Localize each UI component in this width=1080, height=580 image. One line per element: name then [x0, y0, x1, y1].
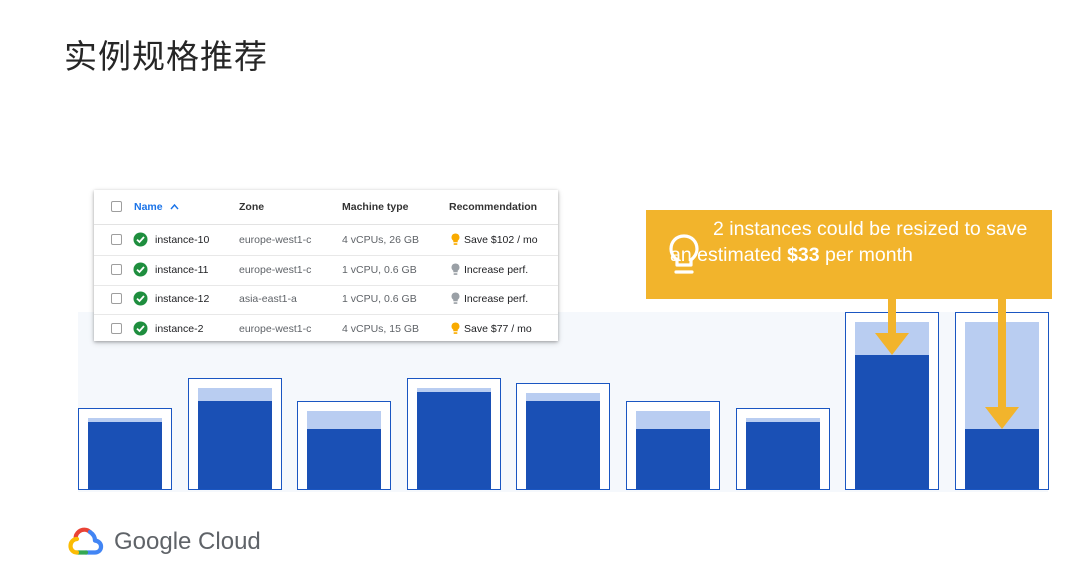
resize-arrow [888, 299, 897, 335]
row-checkbox[interactable] [111, 293, 122, 304]
recommendation-text[interactable]: Increase perf. [464, 264, 528, 276]
status-ok-icon [133, 321, 148, 335]
recommendation-bulb-icon [451, 263, 460, 275]
used-capacity-bar [88, 422, 162, 489]
recommendations-table: Name Zone Machine type Recommendation in… [94, 190, 558, 341]
instance-machine-type: 4 vCPUs, 15 GB [342, 322, 420, 335]
recommendation-bulb-icon [451, 233, 460, 245]
table-row[interactable]: instance-12 asia-east1-a 1 vCPU, 0.6 GB Inc… [94, 284, 558, 315]
recommendation-text[interactable]: Increase perf. [464, 293, 528, 305]
recommendation-text[interactable]: Save $77 / mo [464, 323, 532, 335]
table-row[interactable]: instance-11 europe-west1-c 1 vCPU, 0.6 GB I… [94, 255, 558, 286]
table-header: Name Zone Machine type Recommendation [94, 190, 558, 225]
column-header-name[interactable]: Name [134, 201, 179, 213]
google-cloud-logo-icon [68, 527, 104, 555]
recommendation-bulb-icon [451, 322, 460, 334]
select-all-checkbox[interactable] [111, 201, 122, 212]
savings-callout: 2 instances could be resized to save an … [646, 210, 1052, 299]
used-capacity-bar [526, 401, 601, 489]
instance-name[interactable]: instance-10 [155, 234, 209, 246]
instance-zone: asia-east1-a [239, 293, 297, 305]
used-capacity-bar [307, 429, 382, 489]
resize-arrow-head [875, 332, 910, 355]
used-capacity-bar [964, 429, 1039, 489]
used-capacity-bar [197, 401, 272, 489]
instance-machine-type: 1 vCPU, 0.6 GB [342, 293, 417, 305]
row-checkbox[interactable] [111, 322, 122, 334]
table-row[interactable]: instance-2 europe-west1-c 4 vCPUs, 15 GB Sa… [94, 314, 558, 344]
used-capacity-bar [636, 429, 710, 489]
instance-machine-type: 4 vCPUs, 26 GB [342, 234, 420, 246]
instance-zone: europe-west1-c [239, 322, 312, 335]
resize-arrow-head [984, 407, 1019, 430]
column-header-machine-type[interactable]: Machine type [342, 201, 409, 213]
status-ok-icon [133, 232, 148, 247]
used-capacity-bar [855, 354, 930, 489]
status-ok-icon [133, 291, 148, 306]
column-header-zone[interactable]: Zone [239, 201, 264, 213]
instance-name[interactable]: instance-12 [155, 293, 209, 305]
table-row[interactable]: instance-10 europe-west1-c 4 vCPUs, 26 GB S… [94, 225, 558, 256]
instance-machine-type: 1 vCPU, 0.6 GB [342, 263, 417, 276]
instance-zone: europe-west1-c [239, 234, 312, 246]
row-checkbox[interactable] [111, 234, 122, 245]
column-header-recommendation[interactable]: Recommendation [449, 201, 537, 213]
instance-name[interactable]: instance-11 [155, 264, 209, 276]
used-capacity-bar [745, 422, 820, 489]
instance-zone: europe-west1-c [239, 263, 312, 276]
resize-arrow [997, 299, 1006, 410]
instance-name[interactable]: instance-2 [155, 323, 203, 335]
callout-text: 2 instances could be resized to save an … [670, 218, 1028, 266]
row-checkbox[interactable] [111, 263, 122, 275]
used-capacity-bar [416, 392, 491, 489]
recommendation-bulb-icon [451, 292, 460, 304]
status-ok-icon [133, 262, 148, 276]
sort-ascending-icon [170, 203, 179, 210]
savings-amount: $33 [787, 244, 820, 266]
recommendation-text[interactable]: Save $102 / mo [464, 234, 538, 246]
google-cloud-wordmark: Google Cloud [114, 528, 261, 555]
